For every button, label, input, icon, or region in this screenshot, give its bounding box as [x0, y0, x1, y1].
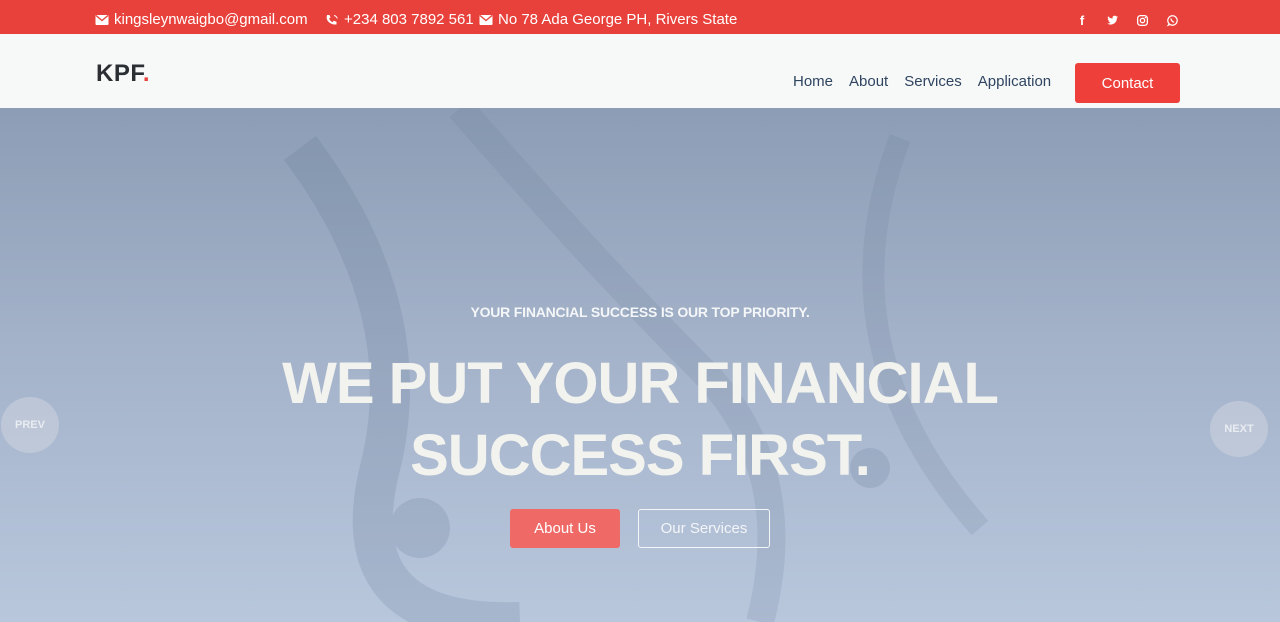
nav-services[interactable]: Services [904, 73, 962, 90]
instagram-icon[interactable] [1134, 12, 1150, 28]
address-contact: No 78 Ada George PH, Rivers State [479, 11, 737, 28]
our-services-button[interactable]: Our Services [638, 509, 770, 548]
social-links: f [1074, 12, 1180, 28]
whatsapp-icon[interactable] [1164, 12, 1180, 28]
facebook-icon[interactable]: f [1074, 12, 1090, 28]
envelope-icon [479, 14, 493, 25]
site-header: KPF. Home About Services Application Con… [0, 34, 1280, 112]
contact-button[interactable]: Contact [1075, 63, 1180, 103]
email-contact[interactable]: kingsleynwaigbo@gmail.com [95, 11, 308, 28]
about-us-button[interactable]: About Us [510, 509, 620, 548]
phone-icon [326, 14, 338, 25]
logo-dot: . [142, 60, 151, 87]
main-nav: Home About Services Application [793, 73, 1051, 90]
phone-contact[interactable]: +234 803 7892 561 [325, 11, 474, 28]
twitter-icon[interactable] [1104, 12, 1120, 28]
envelope-icon [95, 14, 109, 25]
nav-application[interactable]: Application [978, 73, 1051, 90]
next-slide-button[interactable]: NEXT [1210, 401, 1268, 457]
hero-subtitle: YOUR FINANCIAL SUCCESS IS OUR TOP PRIORI… [470, 304, 810, 320]
nav-about[interactable]: About [849, 73, 888, 90]
nav-home[interactable]: Home [793, 73, 833, 90]
site-logo[interactable]: KPF. [96, 60, 150, 88]
hero-slider: YOUR FINANCIAL SUCCESS IS OUR TOP PRIORI… [0, 108, 1280, 622]
address-text: No 78 Ada George PH, Rivers State [498, 11, 738, 28]
email-text: kingsleynwaigbo@gmail.com [114, 11, 308, 28]
hero-title: WE PUT YOUR FINANCIAL SUCCESS FIRST. [282, 351, 999, 488]
phone-text: +234 803 7892 561 [344, 11, 474, 28]
prev-slide-button[interactable]: PREV [1, 397, 59, 453]
